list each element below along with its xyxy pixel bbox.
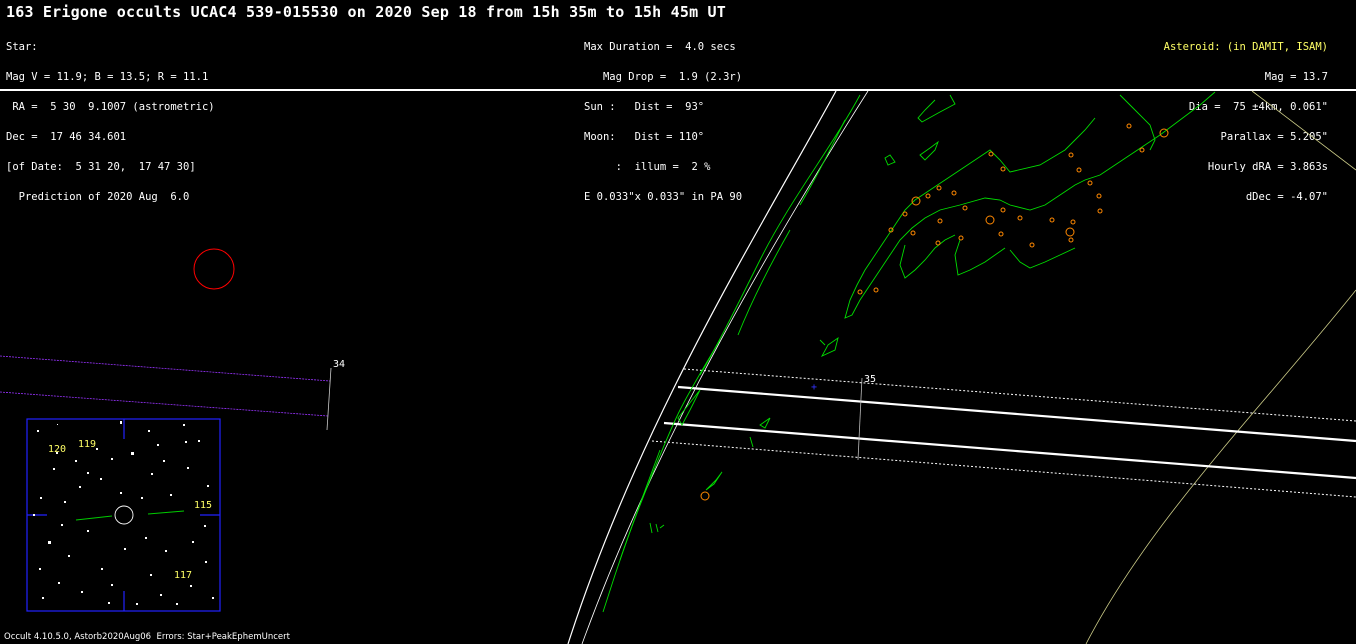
time-tick-35 bbox=[857, 377, 863, 461]
finder-label: 115 bbox=[194, 500, 212, 511]
software-footer: Occult 4.10.5.0, Astorb2020Aug06 Errors:… bbox=[4, 632, 290, 642]
sun-terminator bbox=[1251, 90, 1356, 171]
blue-marker: + bbox=[811, 382, 817, 393]
earth-limb-inner bbox=[581, 90, 869, 644]
earth-limb bbox=[567, 90, 837, 644]
time-label: 35 bbox=[864, 374, 876, 385]
finder-chart: 120 119 115 117 bbox=[26, 418, 221, 612]
path-edge-early bbox=[0, 391, 329, 417]
sun-marker bbox=[193, 248, 235, 290]
occultation-map: 34 35 + 120 119 115 117 bbox=[0, 90, 1356, 644]
time-label: 34 bbox=[333, 359, 345, 370]
path-edge-early bbox=[0, 355, 331, 382]
finder-label: 120 bbox=[48, 444, 66, 455]
coastlines bbox=[602, 91, 1216, 613]
time-tick-34 bbox=[326, 367, 332, 431]
finder-label: 117 bbox=[174, 570, 192, 581]
finder-label: 119 bbox=[78, 439, 96, 450]
